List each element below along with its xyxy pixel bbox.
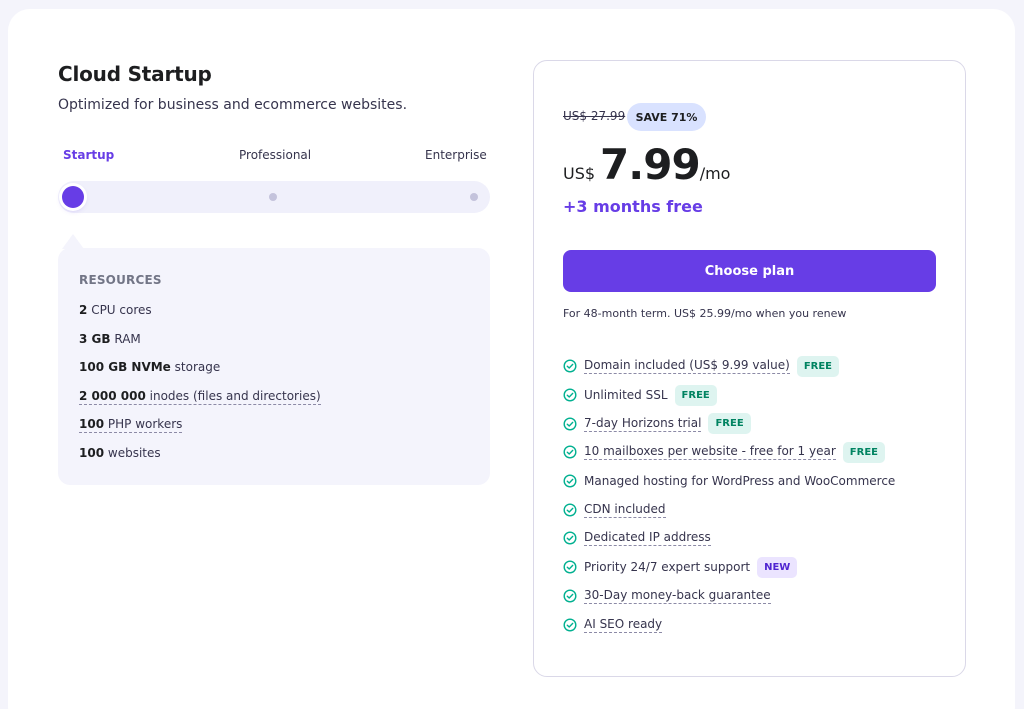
check-circle-icon [563,474,577,488]
feature-item-cdn: CDN included [563,495,895,524]
check-circle-icon [563,388,577,402]
choose-plan-button[interactable]: Choose plan [563,250,936,292]
resource-ram-label: RAM [114,331,141,346]
free-badge: FREE [674,384,717,406]
feature-text[interactable]: 30-Day money-back guarantee [584,588,771,604]
resources-pointer [62,234,84,249]
resource-storage: 100 GB NVMe storage [79,359,321,388]
feature-item-support: Priority 24/7 expert support NEW [563,553,895,582]
price-display: US$ 7.99 /mo [563,140,730,189]
free-badge: FREE [708,413,751,435]
resource-cpu: 2 CPU cores [79,302,321,331]
resource-websites-value: 100 [79,445,105,460]
feature-item-ai-seo: AI SEO ready [563,610,895,639]
price-currency: US$ [563,164,596,183]
check-circle-icon [563,531,577,545]
check-circle-icon [563,503,577,517]
feature-text: Unlimited SSL [584,388,668,403]
resource-ram: 3 GB RAM [79,331,321,360]
slider-stop-enterprise[interactable] [470,193,478,201]
feature-item-managed-hosting: Managed hosting for WordPress and WooCom… [563,467,895,496]
check-circle-icon [563,560,577,574]
check-circle-icon [563,589,577,603]
slider-handle[interactable] [62,186,84,208]
bonus-months: +3 months free [563,197,703,216]
resource-inodes[interactable]: 2 000 000 inodes (files and directories) [79,388,321,417]
resource-php-value: 100 [79,417,105,432]
feature-text[interactable]: 7-day Horizons trial [584,416,702,432]
feature-item-money-back: 30-Day money-back guarantee [563,582,895,611]
resource-storage-value: 100 GB NVMe [79,360,171,375]
resources-heading: RESOURCES [79,273,162,287]
resource-storage-label: storage [174,360,221,375]
check-circle-icon [563,445,577,459]
feature-list: Domain included (US$ 9.99 value) FREE Un… [563,352,895,639]
old-price: US$ 27.99 [563,109,626,123]
feature-text[interactable]: Dedicated IP address [584,530,711,547]
feature-text: Managed hosting for WordPress and WooCom… [584,474,896,489]
resource-inodes-label: inodes (files and directories) [149,388,321,403]
term-note: For 48-month term. US$ 25.99/mo when you… [563,307,847,320]
feature-item-horizons: 7-day Horizons trial FREE [563,409,895,438]
resources-list: 2 CPU cores 3 GB RAM 100 GB NVMe storage… [79,302,321,474]
resource-websites: 100 websites [79,445,321,474]
check-circle-icon [563,359,577,373]
feature-text[interactable]: Domain included (US$ 9.99 value) [584,358,790,375]
tier-professional[interactable]: Professional [239,148,311,162]
price-period: /mo [699,164,731,183]
tier-enterprise[interactable]: Enterprise [425,148,487,162]
new-badge: NEW [757,556,798,578]
resource-cpu-value: 2 [79,303,88,317]
price-value: 7.99 [600,140,701,189]
resource-cpu-label: CPU cores [91,303,152,317]
check-circle-icon [563,417,577,431]
save-badge: SAVE 71% [627,103,706,131]
slider-stop-professional[interactable] [269,193,277,201]
feature-item-ssl: Unlimited SSL FREE [563,381,895,410]
feature-item-mailboxes: 10 mailboxes per website - free for 1 ye… [563,438,895,467]
feature-text: Priority 24/7 expert support [584,560,751,575]
plan-title: Cloud Startup [58,62,212,86]
feature-item-dedicated-ip: Dedicated IP address [563,524,895,553]
resource-inodes-value: 2 000 000 [79,388,146,403]
tier-startup[interactable]: Startup [63,148,114,162]
resource-php-label: PHP workers [107,417,183,432]
resources-panel: RESOURCES 2 CPU cores 3 GB RAM 100 GB NV… [58,248,490,485]
resource-php[interactable]: 100 PHP workers [79,416,321,445]
feature-text[interactable]: CDN included [584,502,666,518]
free-badge: FREE [842,441,885,463]
feature-text[interactable]: AI SEO ready [584,617,663,633]
resource-ram-value: 3 GB [79,331,111,346]
feature-text[interactable]: 10 mailboxes per website - free for 1 ye… [584,444,836,461]
free-badge: FREE [796,355,840,377]
plan-subtitle: Optimized for business and ecommerce web… [58,97,408,113]
check-circle-icon [563,618,577,632]
resource-websites-label: websites [107,445,161,460]
feature-item-domain: Domain included (US$ 9.99 value) FREE [563,352,895,381]
